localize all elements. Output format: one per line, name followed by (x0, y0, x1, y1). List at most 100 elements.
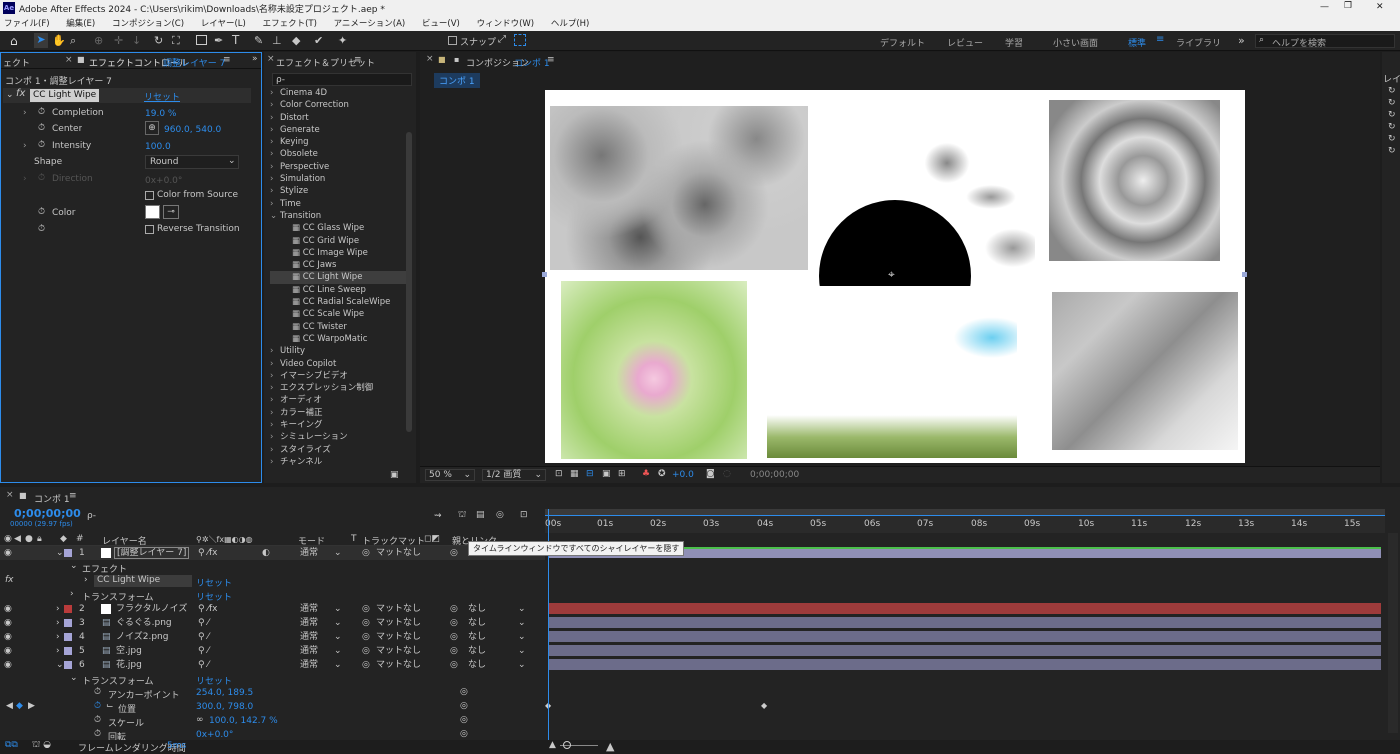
effects-scrollbar[interactable] (406, 132, 412, 432)
selection-tool-icon[interactable]: ➤ (34, 33, 48, 48)
layer-switches[interactable]: ⚲ ⁄ (198, 658, 209, 672)
tree-category[interactable]: › Simulation (270, 173, 402, 185)
close-icon[interactable]: × (65, 55, 73, 65)
expand-icon[interactable]: › (56, 616, 60, 630)
anchor-point-value[interactable]: 254.0, 189.5 (196, 688, 253, 698)
overflow-icon[interactable]: » (252, 54, 258, 64)
zoom-slider-thumb[interactable] (563, 741, 571, 749)
refresh-icon[interactable]: ↻ (1388, 146, 1396, 156)
rotation-value[interactable]: 0x+0.0° (196, 730, 233, 740)
menu-help[interactable]: ヘルプ(H) (551, 19, 590, 29)
color-channel-icon[interactable]: ♣ (642, 469, 650, 479)
layer-handle[interactable] (542, 272, 547, 277)
trackmatte-dropdown[interactable]: マットなし (376, 644, 421, 658)
exposure-value[interactable]: +0.0 (672, 470, 694, 480)
direction-expand-icon[interactable]: › (23, 174, 27, 184)
timeline-right-scroll[interactable] (1388, 533, 1398, 733)
close-icon[interactable]: × (6, 490, 14, 500)
layer-label-color[interactable] (64, 633, 72, 641)
tree-category[interactable]: › カラー補正 (270, 407, 402, 419)
reverse-stopwatch-icon[interactable]: ⏱ (38, 224, 45, 234)
trackmatte-dropdown[interactable]: マットなし (376, 546, 421, 560)
parent-dropdown[interactable]: なし (468, 602, 486, 616)
parent-pickwhip-icon[interactable]: ◎ (450, 644, 458, 658)
expand-icon[interactable]: › (56, 644, 60, 658)
roto-brush-tool-icon[interactable]: ✔ (314, 34, 323, 47)
comp-flowchart-icon[interactable]: ⇝ (434, 511, 442, 521)
stopwatch-icon[interactable]: ⏱ (94, 687, 101, 697)
parent-pickwhip-icon[interactable]: ◎ (450, 602, 458, 616)
region-of-interest-icon[interactable]: ⊡ (555, 469, 563, 479)
menu-file[interactable]: ファイル(F) (4, 19, 50, 29)
hand-tool-icon[interactable]: ✋ (52, 34, 66, 47)
layer-switches[interactable]: ⚲ ⁄ (198, 644, 209, 658)
effect-reset[interactable]: リセット (144, 90, 180, 103)
workspace-library[interactable]: ライブラリ (1176, 36, 1221, 49)
tree-category[interactable]: › Distort (270, 112, 402, 124)
transform-row[interactable]: › トランスフォーム リセット (0, 588, 545, 603)
expression-pickwhip-icon[interactable]: ◎ (460, 715, 468, 725)
property-row[interactable]: ⏱ アンカーポイント 254.0, 189.5 ◎ (0, 686, 545, 701)
comp-breadcrumb-tab[interactable]: コンポ 1 (434, 73, 480, 88)
tree-category[interactable]: › Utility (270, 345, 402, 357)
track-bar[interactable] (549, 617, 1381, 628)
anchor-point-icon[interactable]: ⌖ (888, 267, 895, 282)
brush-tool-icon[interactable]: ✎ (254, 34, 263, 47)
audio-icon[interactable]: ◀ (14, 534, 21, 544)
pan-behind-tool-icon[interactable]: ⛶ (172, 34, 180, 48)
trash-icon[interactable]: ▣ (390, 470, 399, 480)
track-bar[interactable] (549, 659, 1381, 670)
layer-row[interactable]: ◉ ⌄ 1 [調整レイヤー 7] ⚲ ⁄fx ◐ 通常 ⌄ ◎ マットなし ◎ (0, 546, 545, 560)
tree-effect-item[interactable]: ▦ CC Line Sweep (270, 284, 402, 296)
effect-name[interactable]: CC Light Wipe (30, 89, 100, 102)
text-tool-icon[interactable]: T (232, 33, 239, 47)
tree-effect-item[interactable]: ▦ CC Grid Wipe (270, 235, 402, 247)
fx-icon[interactable]: fx (5, 575, 14, 585)
parent-pickwhip-icon[interactable]: ◎ (450, 630, 458, 644)
expression-pickwhip-icon[interactable]: ◎ (460, 687, 468, 697)
menu-composition[interactable]: コンポジション(C) (112, 19, 184, 29)
solo-icon[interactable]: ● (25, 534, 33, 544)
chevron-down-icon[interactable]: ⌄ (6, 90, 14, 100)
tree-category[interactable]: › Keying (270, 136, 402, 148)
eye-icon[interactable]: ◉ (4, 644, 12, 658)
expression-pickwhip-icon[interactable]: ◎ (460, 701, 468, 711)
tree-category[interactable]: › Perspective (270, 161, 402, 173)
keyframe-icon[interactable]: ◆ (16, 701, 23, 711)
eye-icon[interactable]: ◉ (4, 616, 12, 630)
next-keyframe-icon[interactable]: ▶ (28, 701, 35, 711)
reverse-transition-checkbox[interactable] (145, 225, 154, 234)
intensity-expand-icon[interactable]: › (23, 141, 27, 151)
panel-menu-icon[interactable]: ≡ (354, 55, 362, 65)
layer-label-color[interactable] (64, 619, 72, 627)
lock-icon[interactable]: ■ (77, 55, 85, 64)
layer-row[interactable]: ◉ ⌄ 6 ▤ 花.jpg ⚲ ⁄ 通常 ⌄ ◎ マットなし ◎ なし ⌄ (0, 658, 545, 672)
show-snapshot-icon[interactable]: ◌ (723, 469, 731, 479)
tree-category[interactable]: › Obsolete (270, 148, 402, 160)
effects-group-row[interactable]: ⌄ エフェクト (0, 560, 545, 575)
tree-category-transition[interactable]: ⌄ Transition (270, 210, 402, 222)
fx-icon[interactable]: fx (16, 88, 25, 99)
effects-search-input[interactable]: ρ- (272, 73, 412, 86)
expand-icon[interactable]: ⌄ (70, 561, 78, 571)
layer-row[interactable]: ◉ › 4 ▤ ノイズ2.png ⚲ ⁄ 通常 ⌄ ◎ マットなし ◎ なし ⌄ (0, 630, 545, 644)
prev-keyframe-icon[interactable]: ◀ (6, 701, 13, 711)
trackmatte-link-icon[interactable]: ◎ (362, 658, 370, 672)
mode-dropdown[interactable]: 通常 (300, 644, 318, 658)
tree-effect-item[interactable]: ▦ CC Image Wipe (270, 247, 402, 259)
trackmatte-link-icon[interactable]: ◎ (362, 546, 370, 560)
resolution-dropdown[interactable]: 1/2 画質 ⌄ (482, 469, 546, 481)
menu-animation[interactable]: アニメーション(A) (334, 19, 406, 29)
stopwatch-active-icon[interactable]: ⏱ (94, 701, 101, 711)
graph-editor-icon[interactable]: ⊡ (520, 510, 528, 520)
eraser-tool-icon[interactable]: ◆ (292, 34, 300, 47)
refresh-icon[interactable]: ↻ (1388, 134, 1396, 144)
eye-icon[interactable]: ◉ (4, 658, 12, 672)
stopwatch-icon[interactable]: ⏱ (94, 715, 101, 725)
stopwatch-icon[interactable]: ⏱ (94, 729, 101, 739)
viewer-timecode[interactable]: 0;00;00;00 (750, 470, 799, 480)
intensity-stopwatch-icon[interactable]: ⏱ (38, 140, 45, 150)
tree-category[interactable]: › Video Copilot (270, 358, 402, 370)
expand-icon[interactable]: › (56, 602, 60, 616)
pan-tool-icon[interactable]: ✛ (114, 34, 123, 47)
